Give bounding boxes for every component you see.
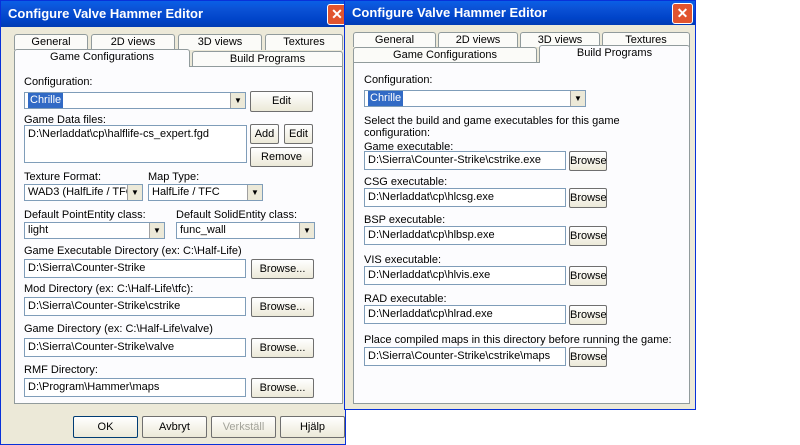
right-tab-game-configurations[interactable]: Game Configurations bbox=[353, 47, 537, 63]
left-default-solid-select[interactable]: func_wall ▼ bbox=[176, 222, 315, 239]
right-vis-field[interactable]: D:\Nerladdat\cp\hlvis.exe bbox=[364, 266, 566, 285]
left-map-type-value: HalfLife / TFC bbox=[152, 186, 220, 198]
right-game-exe-field[interactable]: D:\Sierra\Counter-Strike\cstrike.exe bbox=[364, 151, 566, 170]
right-description-line2: configuration: bbox=[364, 127, 431, 139]
left-title: Configure Valve Hammer Editor bbox=[1, 1, 345, 27]
left-tab-build-programs[interactable]: Build Programs bbox=[192, 51, 343, 67]
left-browse-button-3[interactable]: Browse... bbox=[251, 338, 314, 358]
left-tab-3d-views[interactable]: 3D views bbox=[178, 34, 262, 50]
left-tab-general[interactable]: General bbox=[14, 34, 88, 50]
right-browse-button-4[interactable]: Browse bbox=[569, 266, 607, 286]
dropdown-arrow-icon[interactable]: ▼ bbox=[570, 91, 585, 106]
left-map-type-label: Map Type: bbox=[148, 171, 200, 183]
right-place-maps-label: Place compiled maps in this directory be… bbox=[364, 334, 672, 346]
left-remove-button[interactable]: Remove bbox=[250, 147, 313, 167]
left-tab-2d-views[interactable]: 2D views bbox=[91, 34, 175, 50]
right-title: Configure Valve Hammer Editor bbox=[345, 1, 695, 25]
right-configuration-label: Configuration: bbox=[364, 74, 433, 86]
right-dialog: Configure Valve Hammer Editor ✕ General … bbox=[344, 0, 696, 410]
right-place-maps-field[interactable]: D:\Sierra\Counter-Strike\cstrike\maps bbox=[364, 347, 566, 366]
left-game-dir-field[interactable]: D:\Sierra\Counter-Strike\valve bbox=[24, 338, 246, 357]
left-edit-config-button[interactable]: Edit bbox=[250, 91, 313, 112]
left-configuration-select[interactable]: Chrille ▼ bbox=[24, 92, 246, 109]
right-browse-button-2[interactable]: Browse bbox=[569, 188, 607, 208]
left-browse-button-1[interactable]: Browse... bbox=[251, 259, 314, 279]
left-browse-button-2[interactable]: Browse... bbox=[251, 297, 314, 317]
left-default-point-select[interactable]: light ▼ bbox=[24, 222, 165, 239]
left-help-button[interactable]: Hjälp bbox=[280, 416, 345, 438]
dropdown-arrow-icon[interactable]: ▼ bbox=[230, 93, 245, 108]
left-browse-button-4[interactable]: Browse... bbox=[251, 378, 314, 398]
left-tab-game-configurations[interactable]: Game Configurations bbox=[14, 49, 190, 67]
left-default-point-value: light bbox=[28, 224, 49, 236]
left-texture-format-select[interactable]: WAD3 (HalfLife / TFC) ▼ bbox=[24, 184, 143, 201]
right-csg-field[interactable]: D:\Nerladdat\cp\hlcsg.exe bbox=[364, 188, 566, 207]
left-default-point-label: Default PointEntity class: bbox=[24, 209, 146, 221]
right-rad-field[interactable]: D:\Nerladdat\cp\hlrad.exe bbox=[364, 305, 566, 324]
left-apply-button[interactable]: Verkställ bbox=[211, 416, 276, 438]
left-cancel-button[interactable]: Avbryt bbox=[142, 416, 207, 438]
left-texture-format-value: WAD3 (HalfLife / TFC) bbox=[28, 186, 138, 198]
left-default-solid-label: Default SolidEntity class: bbox=[176, 209, 298, 221]
left-rmf-dir-field[interactable]: D:\Program\Hammer\maps bbox=[24, 378, 246, 397]
left-ok-button[interactable]: OK bbox=[73, 416, 138, 438]
left-edit-button[interactable]: Edit bbox=[284, 124, 313, 144]
right-tab-2d-views[interactable]: 2D views bbox=[438, 32, 518, 47]
left-default-solid-value: func_wall bbox=[180, 224, 226, 236]
right-tab-general[interactable]: General bbox=[353, 32, 436, 47]
left-game-data-files-list[interactable]: D:\Nerladdat\cp\halflife-cs_expert.fgd bbox=[24, 125, 247, 163]
right-browse-button-6[interactable]: Browse bbox=[569, 347, 607, 367]
right-browse-button-3[interactable]: Browse bbox=[569, 226, 607, 246]
left-tab-textures[interactable]: Textures bbox=[265, 34, 343, 50]
left-dialog: Configure Valve Hammer Editor ✕ General … bbox=[0, 0, 346, 445]
left-game-exe-dir-field[interactable]: D:\Sierra\Counter-Strike bbox=[24, 259, 246, 278]
dropdown-arrow-icon[interactable]: ▼ bbox=[299, 223, 314, 238]
right-tab-build-programs[interactable]: Build Programs bbox=[539, 45, 690, 63]
left-game-dir-label: Game Directory (ex: C:\Half-Life\valve) bbox=[24, 323, 213, 335]
left-game-data-file-item[interactable]: D:\Nerladdat\cp\halflife-cs_expert.fgd bbox=[28, 128, 243, 141]
right-browse-button-5[interactable]: Browse bbox=[569, 305, 607, 325]
right-configuration-select[interactable]: Chrille ▼ bbox=[364, 90, 586, 107]
left-configuration-label: Configuration: bbox=[24, 76, 93, 88]
right-configuration-value: Chrille bbox=[368, 91, 404, 106]
left-configuration-value: Chrille bbox=[28, 93, 64, 108]
left-game-exe-dir-label: Game Executable Directory (ex: C:\Half-L… bbox=[24, 245, 242, 257]
left-rmf-dir-label: RMF Directory: bbox=[24, 364, 98, 376]
right-bsp-field[interactable]: D:\Nerladdat\cp\hlbsp.exe bbox=[364, 226, 566, 245]
dropdown-arrow-icon[interactable]: ▼ bbox=[247, 185, 262, 200]
dropdown-arrow-icon[interactable]: ▼ bbox=[127, 185, 142, 200]
right-close-icon[interactable]: ✕ bbox=[672, 3, 693, 24]
dropdown-arrow-icon[interactable]: ▼ bbox=[149, 223, 164, 238]
right-browse-button-1[interactable]: Browse bbox=[569, 151, 607, 171]
left-mod-dir-field[interactable]: D:\Sierra\Counter-Strike\cstrike bbox=[24, 297, 246, 316]
left-map-type-select[interactable]: HalfLife / TFC ▼ bbox=[148, 184, 263, 201]
left-add-button[interactable]: Add bbox=[250, 124, 279, 144]
left-mod-dir-label: Mod Directory (ex: C:\Half-Life\tfc): bbox=[24, 283, 194, 295]
left-texture-format-label: Texture Format: bbox=[24, 171, 102, 183]
